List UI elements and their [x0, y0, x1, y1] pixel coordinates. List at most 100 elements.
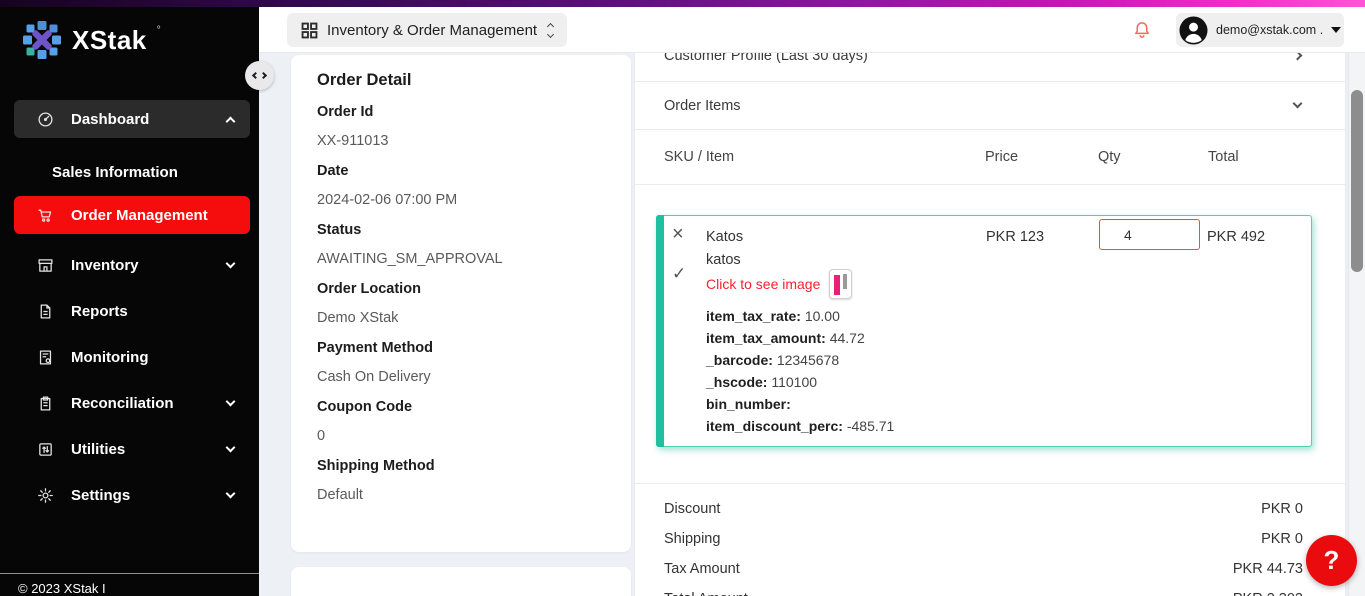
summary-value: PKR 0: [1261, 531, 1303, 547]
field-value: 2024-02-06 07:00 PM: [317, 192, 605, 208]
cart-icon: [36, 206, 54, 224]
item-name: Katos: [706, 229, 743, 245]
sidebar-item-label: Reconciliation: [71, 395, 174, 412]
topbar: Inventory & Order Management demo@xstak.…: [259, 7, 1365, 53]
summary-row: Shipping PKR 0: [635, 524, 1345, 554]
field-label: Order Location: [317, 281, 605, 297]
notification-bell-icon[interactable]: [1132, 20, 1152, 40]
sidebar-collapse-toggle[interactable]: [245, 61, 274, 90]
field-label: Order Id: [317, 104, 605, 120]
sliders-icon: [36, 440, 54, 458]
sidebar-item-label: Dashboard: [71, 111, 149, 128]
item-image-link[interactable]: Click to see image: [706, 276, 820, 292]
sidebar-item-label: Sales Information: [52, 164, 178, 181]
sidebar-item-label: Settings: [71, 487, 130, 504]
field-value: Default: [317, 487, 605, 503]
field-label: Shipping Method: [317, 458, 605, 474]
section-header-label: Order Items: [664, 98, 741, 114]
xstak-logo-icon: [22, 20, 62, 65]
sidebar-nav: Dashboard Sales Information Order Manage…: [14, 100, 250, 510]
gauge-icon: [36, 110, 54, 128]
field-value: AWAITING_SM_APPROVAL: [317, 251, 605, 267]
chevron-down-icon: [226, 258, 236, 268]
user-email: demo@xstak.com .: [1216, 23, 1323, 37]
chevron-down-icon: [226, 442, 236, 452]
grid-icon: [301, 22, 318, 39]
order-items-card: Customer Profile (Last 30 days) Order It…: [635, 30, 1345, 596]
remove-item-icon[interactable]: ×: [672, 224, 684, 244]
sidebar-item-inventory[interactable]: Inventory: [14, 250, 250, 280]
chevron-down-icon: [226, 488, 236, 498]
chevron-down-icon: [226, 396, 236, 406]
top-gradient-bar: [0, 0, 1365, 7]
sidebar: XStak ° Dashboard Sales Information Orde…: [0, 0, 259, 596]
approve-item-icon[interactable]: ✓: [672, 264, 686, 284]
summary-label: Discount: [664, 501, 720, 517]
field-label: Coupon Code: [317, 399, 605, 415]
monitoring-icon: [36, 348, 54, 366]
item-attribute: _barcode: 12345678: [706, 349, 894, 371]
gear-icon: [36, 486, 54, 504]
summary-row: Total Amount PKR 2,302: [635, 584, 1345, 596]
chevron-down-icon: [1293, 99, 1303, 109]
sidebar-item-order-management[interactable]: Order Management: [14, 196, 250, 234]
vertical-scrollbar[interactable]: [1348, 53, 1365, 596]
sidebar-item-reconciliation[interactable]: Reconciliation: [14, 388, 250, 418]
item-attribute: item_discount_perc: -485.71: [706, 415, 894, 437]
summary-label: Total Amount: [664, 591, 748, 596]
field-label: Date: [317, 163, 605, 179]
store-icon: [36, 256, 54, 274]
order-items-section-header[interactable]: Order Items: [635, 82, 1345, 130]
item-attribute: item_tax_rate: 10.00: [706, 305, 894, 327]
column-header: Qty: [1098, 149, 1121, 165]
logo-trademark: °: [157, 26, 161, 36]
order-item-row: × ✓ Katos katos Click to see image item_…: [656, 215, 1312, 447]
chevron-up-icon: [226, 116, 236, 126]
sidebar-item-label: Reports: [71, 303, 128, 320]
app-selector[interactable]: Inventory & Order Management: [287, 13, 567, 47]
item-image-thumbnail[interactable]: [829, 269, 852, 299]
sidebar-item-monitoring[interactable]: Monitoring: [14, 342, 250, 372]
scrollbar-thumb[interactable]: [1351, 90, 1363, 272]
summary-label: Tax Amount: [664, 561, 740, 577]
item-attributes: item_tax_rate: 10.00 item_tax_amount: 44…: [706, 305, 894, 437]
column-header: Price: [985, 149, 1018, 165]
summary-value: PKR 0: [1261, 501, 1303, 517]
app-selector-label: Inventory & Order Management: [327, 22, 537, 39]
sidebar-item-label: Utilities: [71, 441, 125, 458]
item-price: PKR 123: [986, 229, 1044, 245]
xstak-logo-text: XStak: [72, 20, 147, 60]
sidebar-item-settings[interactable]: Settings: [14, 480, 250, 510]
sidebar-item-utilities[interactable]: Utilities: [14, 434, 250, 464]
quantity-input[interactable]: [1099, 219, 1200, 250]
column-header: Total: [1208, 149, 1239, 165]
clipboard-icon: [36, 394, 54, 412]
chevron-right-icon: [260, 72, 267, 79]
summary-row: Tax Amount PKR 44.73: [635, 554, 1345, 584]
dropdown-caret-icon: [1331, 27, 1341, 33]
avatar: [1179, 16, 1208, 45]
item-sku: katos: [706, 252, 741, 268]
item-attribute: _hscode: 110100: [706, 371, 894, 393]
sidebar-item-reports[interactable]: Reports: [14, 296, 250, 326]
summary-label: Shipping: [664, 531, 720, 547]
field-value: Cash On Delivery: [317, 369, 605, 385]
order-detail-title: Order Detail: [317, 71, 605, 90]
select-updown-icon: [548, 24, 553, 37]
help-button[interactable]: ?: [1306, 535, 1357, 586]
summary-value: PKR 2,302: [1233, 591, 1303, 596]
sidebar-item-label: Monitoring: [71, 349, 148, 366]
user-menu[interactable]: demo@xstak.com .: [1176, 13, 1344, 47]
sidebar-footer-copyright: © 2023 XStak I: [0, 573, 259, 596]
item-attribute: item_tax_amount: 44.72: [706, 327, 894, 349]
sidebar-item-sales-information[interactable]: Sales Information: [14, 158, 250, 186]
field-label: Payment Method: [317, 340, 605, 356]
field-label: Status: [317, 222, 605, 238]
xstak-logo[interactable]: XStak °: [22, 20, 161, 65]
document-icon: [36, 302, 54, 320]
field-value: XX-911013: [317, 133, 605, 149]
item-total: PKR 492: [1207, 229, 1265, 245]
sidebar-item-dashboard[interactable]: Dashboard: [14, 100, 250, 138]
column-header: SKU / Item: [664, 149, 734, 165]
order-detail-card: Order Detail Order Id XX-911013 Date 202…: [291, 55, 631, 552]
